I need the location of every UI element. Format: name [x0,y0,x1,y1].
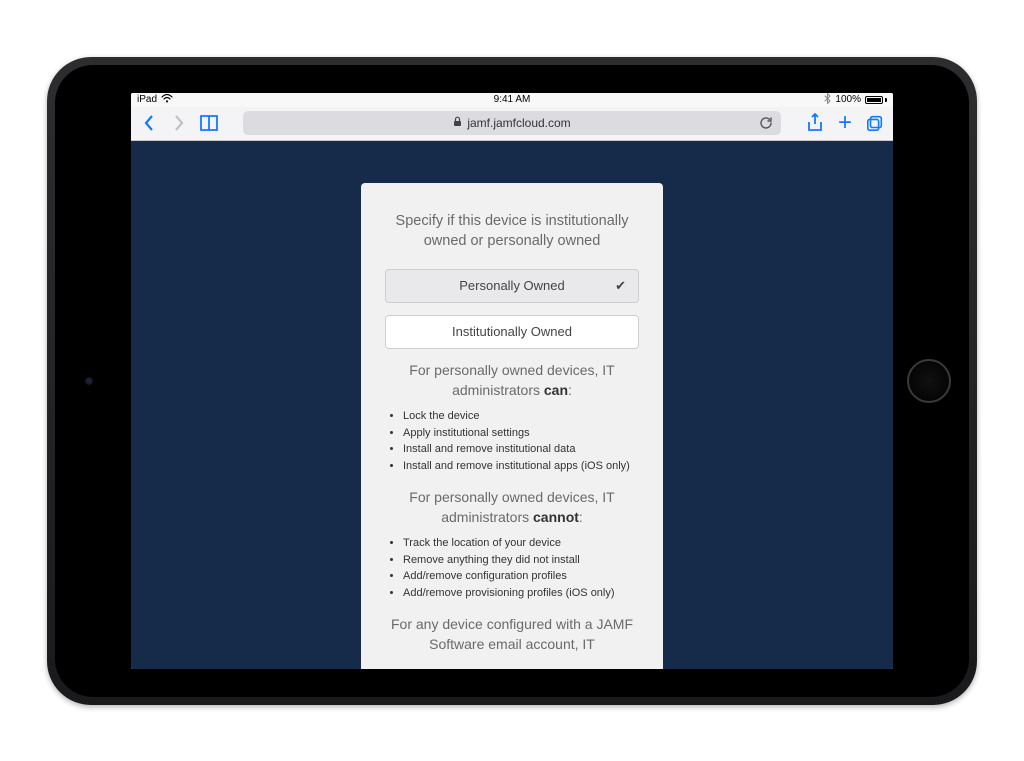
list-item: Install and remove institutional data [403,441,639,458]
url-text: jamf.jamfcloud.com [467,116,570,130]
new-tab-button[interactable]: + [835,109,855,137]
list-item: Lock the device [403,408,639,425]
reload-button[interactable] [759,116,773,130]
list-item: Add/remove configuration profiles [403,568,639,585]
can-list: Lock the device Apply institutional sett… [385,408,639,474]
option-institutionally-owned[interactable]: Institutionally Owned [385,315,639,349]
address-bar[interactable]: jamf.jamfcloud.com [243,111,781,135]
list-item: Install and remove institutional apps (i… [403,458,639,475]
list-item: Add/remove provisioning profiles (iOS on… [403,585,639,602]
bluetooth-icon [824,93,831,107]
ipad-bezel: iPad 9:41 AM 100% [55,65,969,697]
wifi-icon [161,94,173,106]
cannot-heading: For personally owned devices, IT adminis… [385,488,639,527]
page-body: Specify if this device is institutionall… [131,141,893,669]
option-label: Personally Owned [459,278,565,293]
status-bar: iPad 9:41 AM 100% [131,93,893,107]
back-button[interactable] [139,109,159,137]
clock: 9:41 AM [494,94,531,105]
front-camera [85,377,93,385]
share-button[interactable] [805,109,825,137]
safari-toolbar: jamf.jamfcloud.com + [131,107,893,141]
lock-icon [453,116,462,130]
carrier-label: iPad [137,94,157,105]
footer-note: For any device configured with a JAMF So… [385,615,639,654]
check-icon: ✔ [615,270,626,302]
battery-percent: 100% [835,94,861,105]
tabs-button[interactable] [865,109,885,137]
screen: iPad 9:41 AM 100% [131,93,893,669]
cannot-list: Track the location of your device Remove… [385,535,639,601]
option-label: Institutionally Owned [452,324,572,339]
prompt-text: Specify if this device is institutionall… [385,211,639,252]
list-item: Track the location of your device [403,535,639,552]
battery-icon [865,96,887,104]
option-personally-owned[interactable]: Personally Owned ✔ [385,269,639,303]
home-button[interactable] [907,359,951,403]
ownership-card: Specify if this device is institutionall… [361,183,663,669]
can-heading: For personally owned devices, IT adminis… [385,361,639,400]
list-item: Apply institutional settings [403,425,639,442]
list-item: Remove anything they did not install [403,552,639,569]
ipad-frame: iPad 9:41 AM 100% [47,57,977,705]
forward-button[interactable] [169,109,189,137]
bookmarks-button[interactable] [199,109,219,137]
